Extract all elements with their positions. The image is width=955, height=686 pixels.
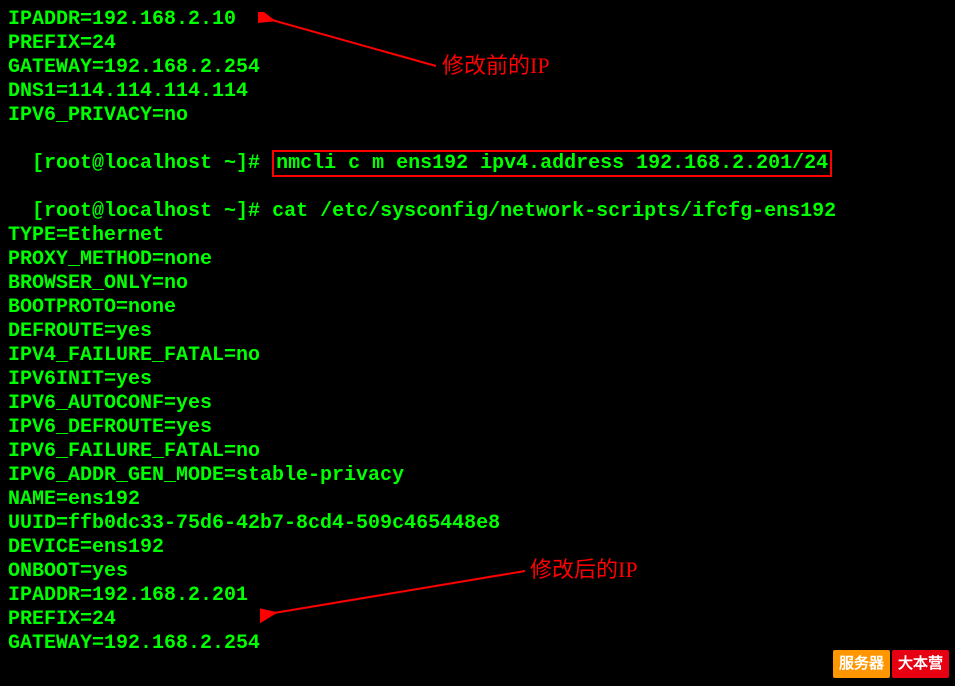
- output-line: BOOTPROTO=none: [8, 296, 947, 320]
- output-line: IPV6_AUTOCONF=yes: [8, 392, 947, 416]
- output-line: GATEWAY=192.168.2.254: [8, 632, 947, 656]
- output-line: NAME=ens192: [8, 488, 947, 512]
- command-line[interactable]: [root@localhost ~]# cat /etc/sysconfig/n…: [8, 176, 947, 224]
- output-line: IPADDR=192.168.2.10: [8, 8, 947, 32]
- output-line: IPV6INIT=yes: [8, 368, 947, 392]
- watermark-right: 大本营: [892, 650, 949, 678]
- output-line: DNS1=114.114.114.114: [8, 80, 947, 104]
- watermark-left: 服务器: [833, 650, 890, 678]
- output-line: IPV6_PRIVACY=no: [8, 104, 947, 128]
- output-line: ONBOOT=yes: [8, 560, 947, 584]
- output-line: TYPE=Ethernet: [8, 224, 947, 248]
- output-line: DEVICE=ens192: [8, 536, 947, 560]
- output-line: IPV4_FAILURE_FATAL=no: [8, 344, 947, 368]
- output-line: IPV6_FAILURE_FATAL=no: [8, 440, 947, 464]
- output-line: PROXY_METHOD=none: [8, 248, 947, 272]
- output-line: IPV6_ADDR_GEN_MODE=stable-privacy: [8, 464, 947, 488]
- watermark-badge: 服务器 大本营: [833, 650, 949, 678]
- shell-prompt: [root@localhost ~]#: [32, 200, 272, 223]
- output-line: PREFIX=24: [8, 608, 947, 632]
- cat-command: cat /etc/sysconfig/network-scripts/ifcfg…: [272, 200, 836, 223]
- output-line: IPADDR=192.168.2.201: [8, 584, 947, 608]
- command-line[interactable]: [root@localhost ~]# nmcli c m ens192 ipv…: [8, 128, 947, 176]
- output-line: BROWSER_ONLY=no: [8, 272, 947, 296]
- annotation-after-ip: 修改后的IP: [530, 558, 638, 582]
- shell-prompt: [root@localhost ~]#: [32, 152, 272, 175]
- output-line: IPV6_DEFROUTE=yes: [8, 416, 947, 440]
- annotation-before-ip: 修改前的IP: [442, 54, 550, 78]
- nmcli-command: nmcli c m ens192 ipv4.address 192.168.2.…: [272, 150, 832, 177]
- output-line: UUID=ffb0dc33-75d6-42b7-8cd4-509c465448e…: [8, 512, 947, 536]
- output-line: DEFROUTE=yes: [8, 320, 947, 344]
